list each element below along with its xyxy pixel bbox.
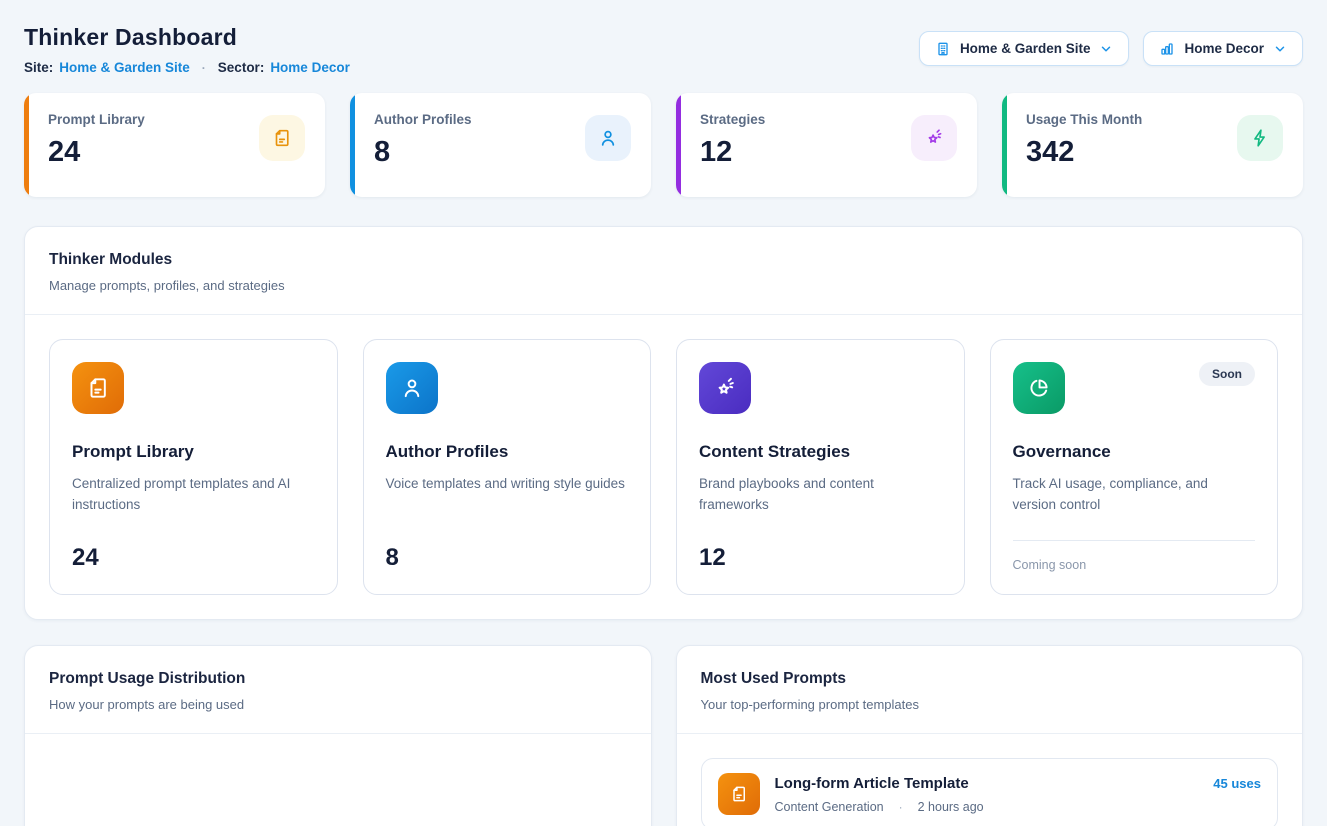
coming-soon-text: Coming soon [1013,558,1256,572]
stat-label: Prompt Library [48,112,145,127]
bar-chart-icon [1159,41,1175,57]
modules-panel-subtitle: Manage prompts, profiles, and strategies [49,278,1278,293]
module-title: Prompt Library [72,442,315,462]
prompt-item-meta: Content Generation · 2 hours ago [775,800,984,814]
modules-panel-header: Thinker Modules Manage prompts, profiles… [25,227,1302,315]
site-link[interactable]: Home & Garden Site [59,60,190,75]
meta-separator: · [899,800,903,814]
sector-link[interactable]: Home Decor [270,60,350,75]
sector-selector-dropdown[interactable]: Home Decor [1143,31,1303,66]
chevron-down-icon [1273,42,1287,56]
stats-row: Prompt Library 24 Author Profiles 8 [24,93,1303,197]
module-card-author-profiles[interactable]: Author Profiles Voice templates and writ… [363,339,652,595]
stat-label: Usage This Month [1026,112,1142,127]
dashboard-page: Thinker Dashboard Site: Home & Garden Si… [0,0,1327,826]
stat-card-strategies: Strategies 12 [676,93,977,197]
sparkle-star-icon [699,362,751,414]
usage-chart-subtitle: How your prompts are being used [49,697,627,712]
prompt-item-category: Content Generation [775,800,884,814]
prompt-item-time: 2 hours ago [918,800,984,814]
most-used-title: Most Used Prompts [701,670,1279,688]
prompt-usage-distribution-card: Prompt Usage Distribution How your promp… [24,645,652,826]
module-description: Voice templates and writing style guides [386,474,629,495]
page-title: Thinker Dashboard [24,24,350,51]
page-header: Thinker Dashboard Site: Home & Garden Si… [24,24,1303,75]
stat-text: Strategies 12 [700,112,765,197]
document-icon [259,115,305,161]
stat-value: 12 [700,136,765,169]
soon-badge: Soon [1199,362,1255,386]
breadcrumb-separator: · [202,61,206,75]
module-description: Centralized prompt templates and AI inst… [72,474,315,516]
document-icon [72,362,124,414]
sector-selector-label: Home Decor [1184,41,1264,56]
site-selector-dropdown[interactable]: Home & Garden Site [919,31,1130,66]
header-selectors: Home & Garden Site Home Decor [919,31,1303,66]
donut-chart-area: 15% [25,734,651,826]
modules-grid: Prompt Library Centralized prompt templa… [25,315,1302,619]
stat-label: Author Profiles [374,112,472,127]
stat-text: Author Profiles 8 [374,112,472,197]
prompt-item-title: Long-form Article Template [775,775,984,792]
stat-label: Strategies [700,112,765,127]
usage-chart-header: Prompt Usage Distribution How your promp… [25,646,651,734]
bottom-row: Prompt Usage Distribution How your promp… [24,645,1303,826]
pie-chart-icon [1013,362,1065,414]
module-card-content-strategies[interactable]: Content Strategies Brand playbooks and c… [676,339,965,595]
sparkle-star-icon [911,115,957,161]
building-icon [935,41,951,57]
prompt-item-text: Long-form Article Template Content Gener… [775,773,984,814]
thinker-modules-panel: Thinker Modules Manage prompts, profiles… [24,226,1303,620]
site-label: Site: [24,60,53,75]
module-card-prompt-library[interactable]: Prompt Library Centralized prompt templa… [49,339,338,595]
sector-label: Sector: [218,60,265,75]
module-stat: 12 [699,544,942,572]
lightning-bolt-icon [1237,115,1283,161]
header-left: Thinker Dashboard Site: Home & Garden Si… [24,24,350,75]
usage-chart-title: Prompt Usage Distribution [49,670,627,688]
most-used-header: Most Used Prompts Your top-performing pr… [677,646,1303,734]
user-icon [585,115,631,161]
modules-panel-title: Thinker Modules [49,251,1278,269]
chevron-down-icon [1099,42,1113,56]
module-title: Content Strategies [699,442,942,462]
divider [1013,540,1256,541]
prompt-list: Long-form Article Template Content Gener… [677,734,1303,826]
module-description: Track AI usage, compliance, and version … [1013,474,1256,516]
uses-badge: 45 uses [1213,776,1261,791]
user-icon [386,362,438,414]
stat-value: 8 [374,136,472,169]
module-title: Governance [1013,442,1256,462]
document-icon [718,773,760,815]
site-selector-label: Home & Garden Site [960,41,1091,56]
stat-text: Usage This Month 342 [1026,112,1142,197]
module-card-governance[interactable]: Soon Governance Track AI usage, complian… [990,339,1279,595]
stat-card-usage: Usage This Month 342 [1002,93,1303,197]
stat-value: 24 [48,136,145,169]
module-description: Brand playbooks and content frameworks [699,474,942,516]
most-used-subtitle: Your top-performing prompt templates [701,697,1279,712]
module-title: Author Profiles [386,442,629,462]
module-stat: 8 [386,544,629,572]
breadcrumb: Site: Home & Garden Site · Sector: Home … [24,60,350,75]
list-item-long-form-article[interactable]: Long-form Article Template Content Gener… [701,758,1279,826]
stat-value: 342 [1026,136,1142,169]
module-stat: 24 [72,544,315,572]
stat-card-author-profiles: Author Profiles 8 [350,93,651,197]
stat-card-prompt-library: Prompt Library 24 [24,93,325,197]
stat-text: Prompt Library 24 [48,112,145,197]
most-used-prompts-card: Most Used Prompts Your top-performing pr… [676,645,1304,826]
